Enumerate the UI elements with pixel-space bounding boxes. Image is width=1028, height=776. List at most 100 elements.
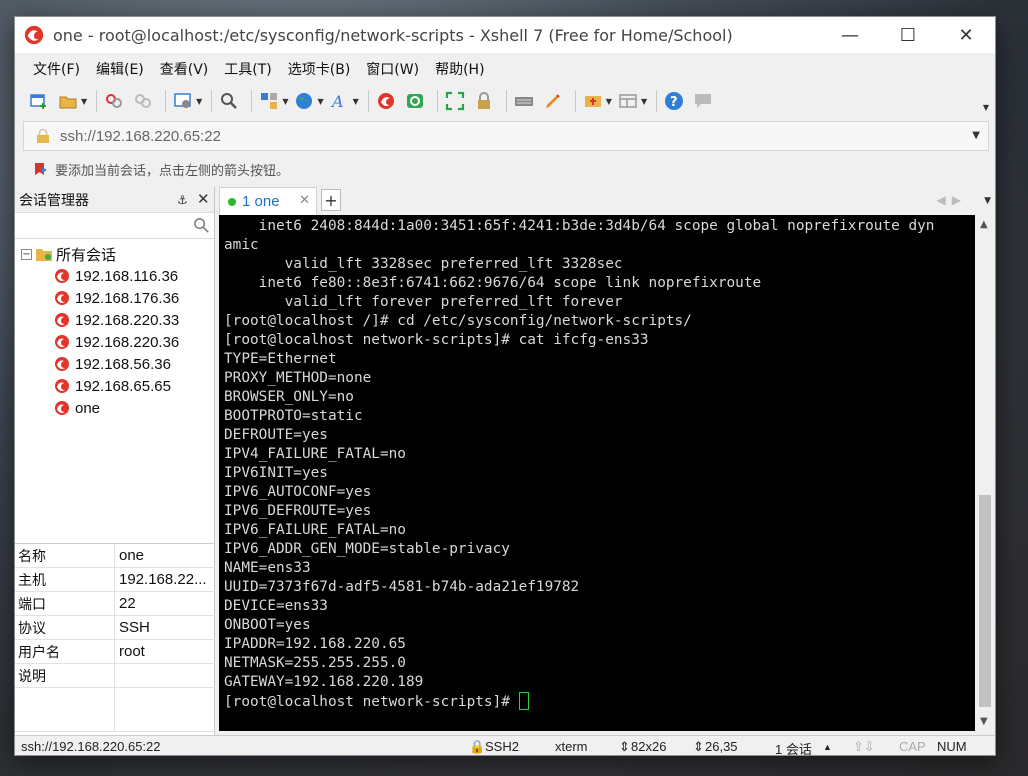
- session-icon: [55, 379, 69, 393]
- session-icon: [55, 357, 69, 371]
- toolbar-separator: [165, 90, 167, 112]
- session-icon: [55, 291, 69, 305]
- globe-dropdown-icon[interactable]: ▼: [317, 97, 323, 106]
- globe-icon[interactable]: [292, 90, 316, 112]
- terminal-line: TYPE=Ethernet: [224, 351, 337, 367]
- toolbar-overflow-icon[interactable]: ▼: [983, 103, 989, 112]
- status-size-icon: ⇕: [619, 739, 630, 754]
- terminal-scrollbar[interactable]: ▲ ▼: [975, 215, 995, 731]
- collapse-toggle-icon[interactable]: −: [21, 248, 32, 260]
- highlight-icon[interactable]: [541, 90, 565, 112]
- properties-icon[interactable]: [171, 90, 195, 112]
- property-key: 主机: [15, 568, 115, 591]
- layout-icon[interactable]: [616, 90, 640, 112]
- reconnect-icon[interactable]: [102, 90, 126, 112]
- menu-help[interactable]: 帮助(H): [427, 59, 492, 79]
- search-icon[interactable]: [193, 217, 210, 234]
- terminal-line: inet6 fe80::8e3f:6741:662:9676/64 scope …: [224, 275, 762, 291]
- session-item[interactable]: 192.168.220.36: [15, 331, 214, 353]
- new-session-icon[interactable]: [27, 90, 51, 112]
- terminal-line: NAME=ens33: [224, 560, 311, 576]
- status-bar: ssh://192.168.220.65:22 🔒 SSH2 xterm ⇕ 8…: [15, 735, 995, 755]
- session-item[interactable]: 192.168.176.36: [15, 287, 214, 309]
- lock-icon: [37, 128, 49, 143]
- property-value: 22: [119, 595, 136, 612]
- open-dropdown-icon[interactable]: ▼: [81, 97, 87, 106]
- scrollbar-thumb[interactable]: [979, 495, 991, 707]
- fullscreen-icon[interactable]: [443, 90, 467, 112]
- address-bar[interactable]: ssh://192.168.220.65:22 ▼: [23, 121, 989, 151]
- status-cursor-pos: 26,35: [705, 739, 738, 754]
- menu-edit[interactable]: 编辑(E): [88, 59, 152, 79]
- svg-text:?: ?: [670, 95, 678, 110]
- compose-dropdown-icon[interactable]: ▼: [606, 97, 612, 106]
- layout-dropdown-icon[interactable]: ▼: [641, 97, 647, 106]
- tab-list-dropdown-icon[interactable]: ▼: [984, 196, 991, 206]
- xshell-window: one - root@localhost:/etc/sysconfig/netw…: [14, 16, 996, 756]
- address-input[interactable]: ssh://192.168.220.65:22: [60, 128, 221, 145]
- bookmark-arrow-icon[interactable]: [33, 161, 49, 177]
- toolbar-separator: [505, 90, 507, 112]
- session-label: 192.168.116.36: [75, 267, 179, 285]
- font-icon[interactable]: A: [328, 90, 352, 112]
- session-icon: [55, 335, 69, 349]
- font-dropdown-icon[interactable]: ▼: [353, 97, 359, 106]
- menu-file[interactable]: 文件(F): [25, 59, 88, 79]
- session-search-input[interactable]: [15, 213, 214, 239]
- session-icon: [55, 313, 69, 327]
- tree-root-all-sessions[interactable]: − 所有会话: [15, 243, 214, 265]
- scroll-down-icon[interactable]: ▼: [980, 716, 988, 727]
- transfer-dropdown-icon[interactable]: ▼: [282, 97, 288, 106]
- scroll-up-icon[interactable]: ▲: [980, 219, 988, 230]
- status-size: 82x26: [631, 739, 667, 754]
- session-tree: − 所有会话 192.168.116.36 192.168.176.36 192…: [15, 239, 214, 419]
- disconnect-icon[interactable]: [131, 90, 155, 112]
- status-terminal-type: xterm: [555, 739, 588, 754]
- session-item[interactable]: 192.168.65.65: [15, 375, 214, 397]
- session-manager-close-button[interactable]: ✕: [197, 190, 210, 208]
- add-tab-button[interactable]: +: [321, 189, 341, 211]
- chat-icon[interactable]: [691, 90, 715, 112]
- properties-dropdown-icon[interactable]: ▼: [196, 97, 202, 106]
- session-item[interactable]: 192.168.116.36: [15, 265, 214, 287]
- tab-strip: 1 one ✕ + ◀▶ ▼: [219, 187, 995, 215]
- tab-one[interactable]: 1 one ✕: [219, 187, 317, 215]
- property-key: 协议: [15, 616, 115, 639]
- session-item[interactable]: 192.168.56.36: [15, 353, 214, 375]
- tab-close-icon[interactable]: ✕: [299, 193, 310, 208]
- property-row: 名称 one: [15, 544, 215, 568]
- menu-window[interactable]: 窗口(W): [358, 59, 427, 79]
- maximize-button[interactable]: ☐: [879, 17, 937, 53]
- terminal-output[interactable]: inet6 2408:844d:1a00:3451:65f:4241:b3de:…: [219, 215, 975, 731]
- session-manager-title: 会话管理器: [19, 192, 89, 209]
- session-item-selected[interactable]: one: [15, 397, 214, 419]
- session-item[interactable]: 192.168.220.33: [15, 309, 214, 331]
- compose-icon[interactable]: [581, 90, 605, 112]
- menu-tools[interactable]: 工具(T): [216, 59, 279, 79]
- pin-icon[interactable]: ⚓: [177, 193, 188, 207]
- xftp-icon[interactable]: [403, 90, 427, 112]
- lock-toolbar-icon[interactable]: [472, 90, 496, 112]
- minimize-button[interactable]: —: [821, 17, 879, 53]
- open-folder-icon[interactable]: [56, 90, 80, 112]
- svg-text:A: A: [330, 92, 344, 111]
- keyboard-icon[interactable]: [512, 90, 536, 112]
- find-icon[interactable]: [217, 90, 241, 112]
- help-icon[interactable]: ?: [662, 90, 686, 112]
- address-dropdown-icon[interactable]: ▼: [972, 130, 980, 141]
- menu-view[interactable]: 查看(V): [152, 59, 217, 79]
- sessions-up-icon[interactable]: ▲: [823, 742, 832, 752]
- title-bar[interactable]: one - root@localhost:/etc/sysconfig/netw…: [15, 17, 995, 53]
- xshell-icon[interactable]: [374, 90, 398, 112]
- property-key: 用户名: [15, 640, 115, 663]
- menu-tabs[interactable]: 选项卡(B): [280, 59, 359, 79]
- terminal-line: GATEWAY=192.168.220.189: [224, 674, 424, 690]
- close-button[interactable]: ✕: [937, 17, 995, 53]
- status-sessions[interactable]: 1 会话: [775, 739, 812, 755]
- terminal-line: inet6 2408:844d:1a00:3451:65f:4241:b3de:…: [224, 218, 935, 234]
- transfer-icon[interactable]: [257, 90, 281, 112]
- tab-scroll-arrows-icon[interactable]: ◀▶: [937, 193, 967, 207]
- terminal-line: IPV6_FAILURE_FATAL=no: [224, 522, 406, 538]
- property-key: 端口: [15, 592, 115, 615]
- session-properties: 名称 one 主机 192.168.22... 端口 22 协议 SSH 用户名…: [15, 543, 215, 732]
